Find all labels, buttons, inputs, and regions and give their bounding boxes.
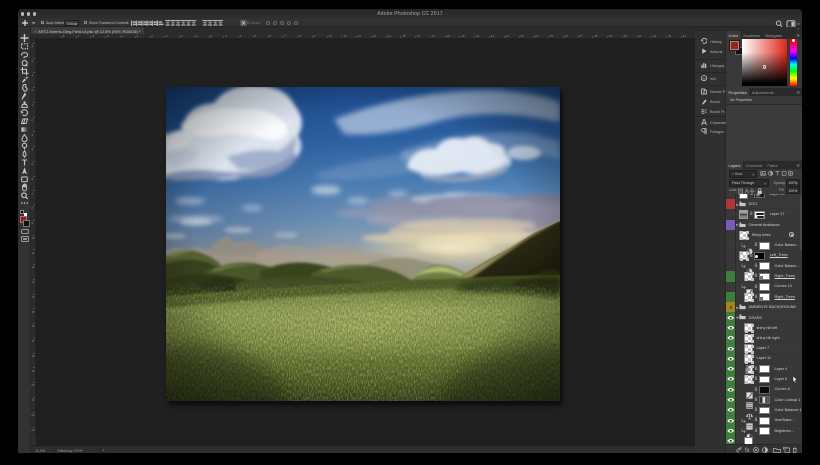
svg-text:fx: fx bbox=[745, 448, 750, 453]
